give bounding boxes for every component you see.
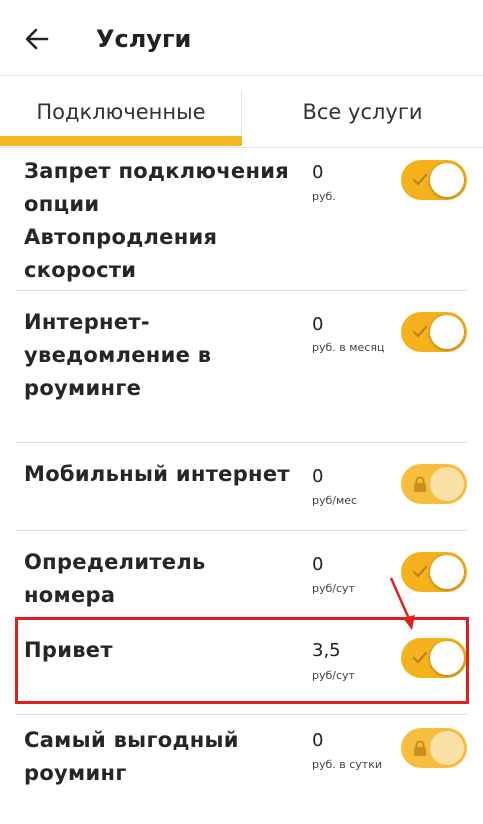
toggle-knob xyxy=(430,731,464,765)
service-price: 0 xyxy=(312,730,324,751)
service-price-unit: руб/мес xyxy=(312,494,358,507)
checkmark-icon xyxy=(412,325,428,338)
checkmark-icon xyxy=(412,173,428,186)
service-price-unit: руб. в месяц xyxy=(312,341,385,354)
service-price: 0 xyxy=(312,162,324,183)
service-toggle[interactable] xyxy=(401,552,467,592)
lock-icon xyxy=(414,740,426,756)
service-name: Запрет подключения опции Автопродления с… xyxy=(24,159,290,282)
annotation-highlight-box xyxy=(15,617,469,704)
back-button[interactable] xyxy=(20,22,54,56)
service-toggle-locked xyxy=(401,464,467,504)
service-toggle[interactable] xyxy=(401,160,467,200)
service-price-unit: руб/сут xyxy=(312,582,355,595)
toggle-knob xyxy=(430,163,464,197)
service-name: Самый выгодный роуминг xyxy=(24,728,239,785)
service-price-unit: руб. в сутки xyxy=(312,758,383,771)
service-price: 0 xyxy=(312,314,324,335)
active-tab-indicator xyxy=(0,136,242,146)
service-name: Интернет-уведомление в роуминге xyxy=(24,310,212,400)
service-name: Мобильный интернет xyxy=(24,462,290,486)
divider xyxy=(16,442,467,443)
divider xyxy=(16,714,467,715)
service-price: 0 xyxy=(312,554,324,575)
checkmark-icon xyxy=(412,565,428,578)
divider xyxy=(16,290,467,291)
divider xyxy=(16,530,467,531)
service-toggle[interactable] xyxy=(401,312,467,352)
service-toggle-locked xyxy=(401,728,467,768)
arrow-left-icon xyxy=(25,28,49,50)
lock-icon xyxy=(414,476,426,492)
page-title: Услуги xyxy=(96,25,192,53)
service-price: 0 xyxy=(312,466,324,487)
service-price-unit: руб. xyxy=(312,190,336,203)
app-bar: Услуги xyxy=(0,0,483,76)
toggle-knob xyxy=(430,315,464,349)
toggle-knob xyxy=(430,555,464,589)
service-name: Определитель номера xyxy=(24,550,206,607)
toggle-knob xyxy=(430,467,464,501)
tab-all-services[interactable]: Все услуги xyxy=(242,76,483,148)
